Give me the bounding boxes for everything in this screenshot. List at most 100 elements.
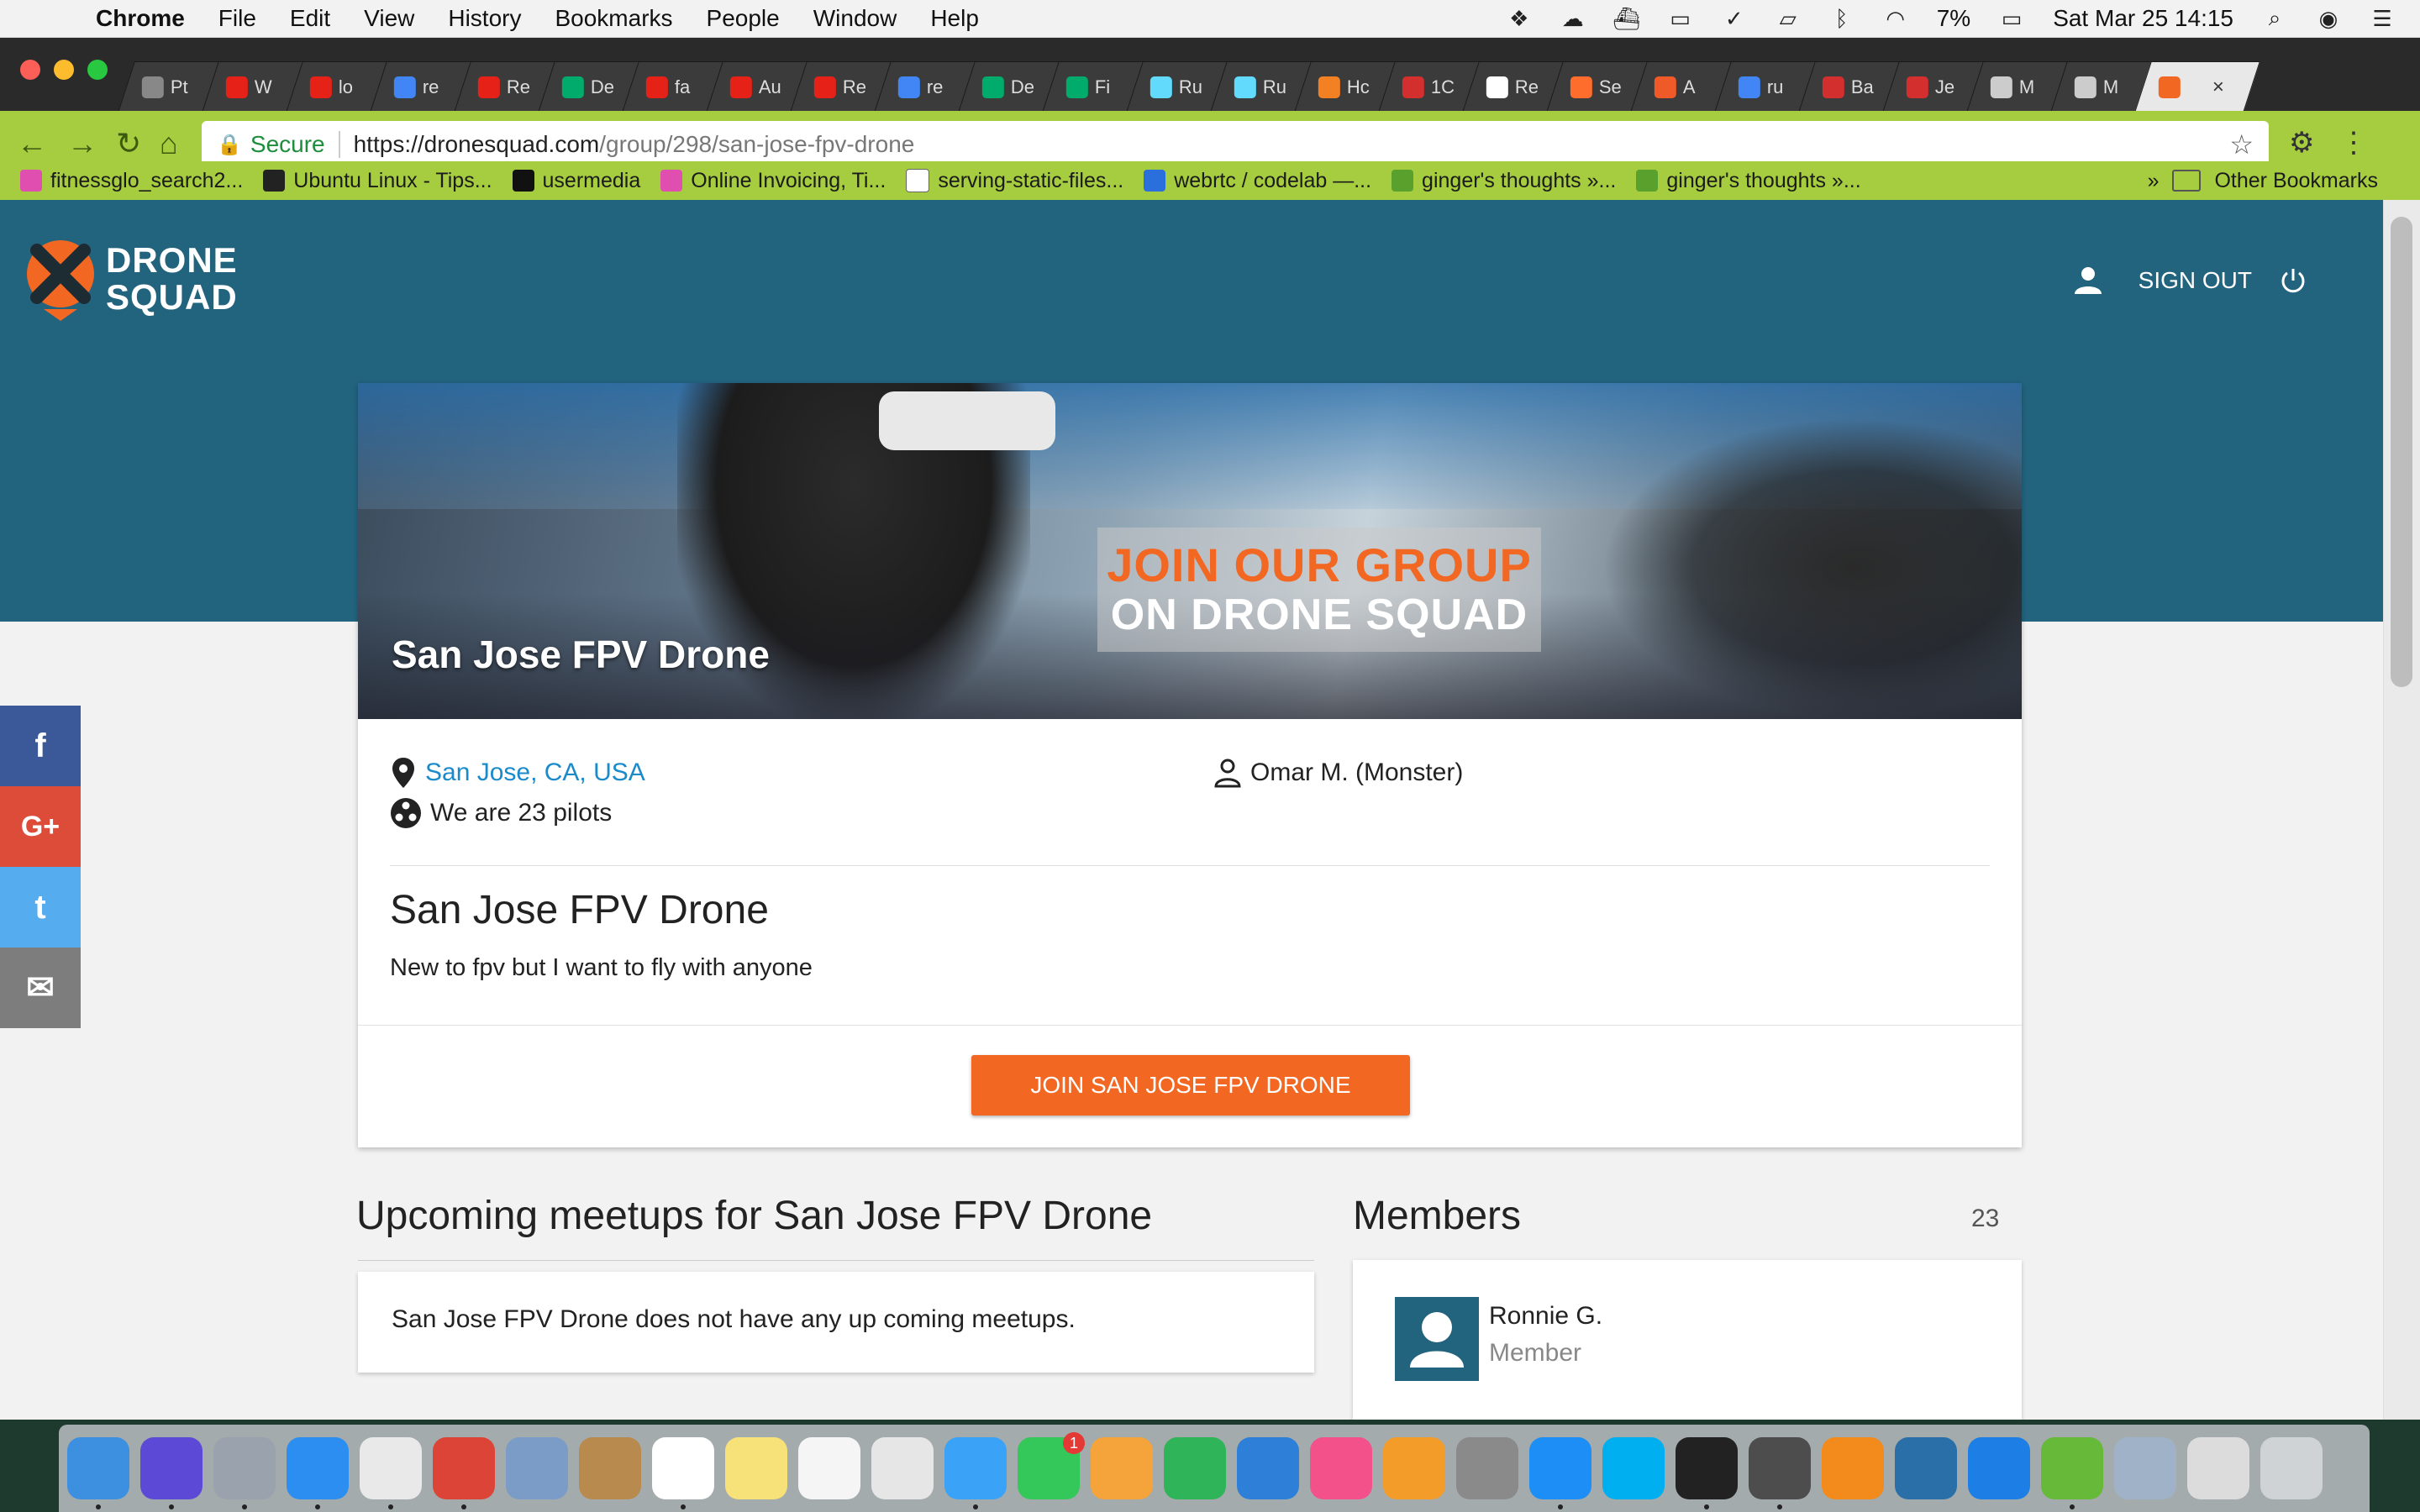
preview-bird-icon[interactable] <box>506 1437 568 1499</box>
trash-icon[interactable] <box>2260 1437 2323 1499</box>
notes-icon[interactable] <box>725 1437 787 1499</box>
chrome-icon[interactable] <box>433 1437 495 1509</box>
bluetooth-icon[interactable]: ᛒ <box>1829 6 1854 31</box>
dronesquad-logo[interactable]: DRONE SQUAD <box>25 237 238 321</box>
tab-favicon-icon <box>309 76 332 98</box>
spotlight-search-icon[interactable]: ⌕ <box>2262 5 2287 30</box>
menu-file[interactable]: File <box>218 5 256 32</box>
photos-preview-icon[interactable] <box>871 1437 934 1499</box>
members-count: 23 <box>1971 1205 2000 1232</box>
apps-grid-icon[interactable] <box>360 1437 422 1509</box>
app-store-icon[interactable] <box>1529 1437 1591 1509</box>
messages-icon[interactable] <box>944 1437 1007 1509</box>
pages-icon[interactable] <box>1091 1437 1153 1499</box>
member-avatar[interactable] <box>1395 1297 1479 1381</box>
system-preferences-icon[interactable] <box>1456 1437 1518 1499</box>
bookmark-item[interactable]: webrtc / codelab —... <box>1144 169 1371 193</box>
bookmark-item[interactable]: Ubuntu Linux - Tips... <box>263 169 492 193</box>
bookmark-item[interactable]: Online Invoicing, Ti... <box>660 169 886 193</box>
close-window-button[interactable] <box>20 60 40 80</box>
scrollbar-thumb[interactable] <box>2391 217 2412 687</box>
launchpad-icon[interactable] <box>213 1437 276 1509</box>
siri-icon[interactable] <box>140 1437 203 1509</box>
tab-title: Pt <box>170 76 188 97</box>
creative-cloud-icon[interactable]: ☁ <box>1560 6 1586 31</box>
sign-out-link[interactable]: SIGN OUT <box>2139 266 2307 295</box>
menu-view[interactable]: View <box>364 5 414 32</box>
calendar-icon[interactable] <box>652 1437 714 1509</box>
ibooks-icon[interactable] <box>1383 1437 1445 1499</box>
tab-title: Re <box>506 76 530 97</box>
battery-icon[interactable]: ▭ <box>1999 6 2024 31</box>
bookmark-label: serving-static-files... <box>938 168 1124 192</box>
sublime-text-icon[interactable] <box>1749 1437 1811 1509</box>
google-plus-share-button[interactable]: G+ <box>0 786 81 867</box>
menu-bookmarks[interactable]: Bookmarks <box>555 5 672 32</box>
bookmark-item[interactable]: usermedia <box>512 169 640 193</box>
more-menu-icon[interactable]: ⋮ <box>2339 126 2368 160</box>
zoom-window-button[interactable] <box>87 60 108 80</box>
quicktime-icon[interactable] <box>1895 1437 1957 1499</box>
file-stack-icon[interactable] <box>2187 1437 2249 1499</box>
email-share-button[interactable]: ✉ <box>0 948 81 1028</box>
dronesquad-favicon-icon <box>2158 76 2181 98</box>
airplay-icon[interactable]: ▱ <box>1776 6 1801 31</box>
back-arrow-icon[interactable]: ← <box>17 126 47 161</box>
menu-people[interactable]: People <box>707 5 780 32</box>
bookmark-item[interactable]: ginger's thoughts »... <box>1636 169 1861 193</box>
atom-icon[interactable] <box>2041 1437 2103 1509</box>
member-name[interactable]: Ronnie G. <box>1489 1302 1602 1331</box>
notification-center-icon[interactable]: ☰ <box>2370 6 2395 31</box>
forward-arrow-icon[interactable]: → <box>67 126 97 161</box>
task-check-icon[interactable]: ✓ <box>1722 6 1747 31</box>
docker-icon[interactable]: ⛴ <box>1612 6 1640 31</box>
bookmark-item[interactable]: fitnessglo_search2... <box>20 169 243 193</box>
facetime-icon[interactable]: 1 <box>1018 1432 1085 1499</box>
browser-tab-active[interactable]: × <box>2134 61 2260 113</box>
display-icon[interactable]: ▭ <box>1668 6 1693 31</box>
facebook-share-button[interactable]: f <box>0 706 81 786</box>
action-divider <box>358 1025 2022 1026</box>
menu-history[interactable]: History <box>448 5 521 32</box>
address-divider <box>338 131 340 158</box>
menu-edit[interactable]: Edit <box>290 5 330 32</box>
minimize-window-button[interactable] <box>54 60 74 80</box>
menu-app-chrome[interactable]: Chrome <box>96 5 185 32</box>
reminders-icon[interactable] <box>798 1437 860 1499</box>
numbers-icon[interactable] <box>1164 1437 1226 1499</box>
bookmark-item[interactable]: serving-static-files... <box>906 169 1123 193</box>
skype-icon[interactable] <box>1602 1437 1665 1499</box>
menu-window[interactable]: Window <box>813 5 897 32</box>
close-tab-icon[interactable]: × <box>2212 76 2224 99</box>
page-scrollbar[interactable] <box>2383 200 2420 1420</box>
contacts-icon[interactable] <box>579 1437 641 1499</box>
twitter-share-button[interactable]: t <box>0 867 81 948</box>
extension-gear-icon[interactable]: ⚙ <box>2289 126 2314 160</box>
user-account-icon[interactable] <box>2071 264 2105 297</box>
finder-icon[interactable] <box>67 1437 129 1509</box>
bookmark-star-icon[interactable]: ☆ <box>2229 129 2254 160</box>
safari-icon[interactable] <box>287 1437 349 1509</box>
vlc-icon[interactable] <box>1822 1437 1884 1499</box>
image-capture-icon[interactable] <box>2114 1437 2176 1499</box>
location-link[interactable]: San Jose, CA, USA <box>425 759 645 787</box>
clock[interactable]: Sat Mar 25 14:15 <box>2053 5 2233 32</box>
tab-favicon-icon <box>477 76 500 98</box>
menu-help[interactable]: Help <box>930 5 979 32</box>
home-icon[interactable]: ⌂ <box>160 126 178 161</box>
bookmark-item[interactable]: ginger's thoughts »... <box>1392 169 1616 193</box>
meetups-card: San Jose FPV Drone does not have any up … <box>358 1272 1314 1373</box>
bookmarks-overflow-chevron[interactable]: » <box>2148 169 2160 193</box>
reload-icon[interactable]: ↻ <box>116 126 141 161</box>
join-group-button[interactable]: JOIN SAN JOSE FPV DRONE <box>971 1055 1410 1116</box>
avatar-person-icon <box>1410 1312 1464 1368</box>
drone-logo-icon <box>27 240 94 321</box>
xcode-icon[interactable] <box>1968 1437 2030 1499</box>
user-profile-icon[interactable]: ◉ <box>2316 6 2341 31</box>
terminal-icon[interactable] <box>1676 1437 1738 1509</box>
other-bookmarks[interactable]: Other Bookmarks <box>2214 169 2378 193</box>
wifi-icon[interactable]: ◠ <box>1883 6 1908 31</box>
itunes-icon[interactable] <box>1310 1437 1372 1499</box>
dropbox-icon[interactable]: ❖ <box>1507 6 1532 31</box>
keynote-icon[interactable] <box>1237 1437 1299 1499</box>
